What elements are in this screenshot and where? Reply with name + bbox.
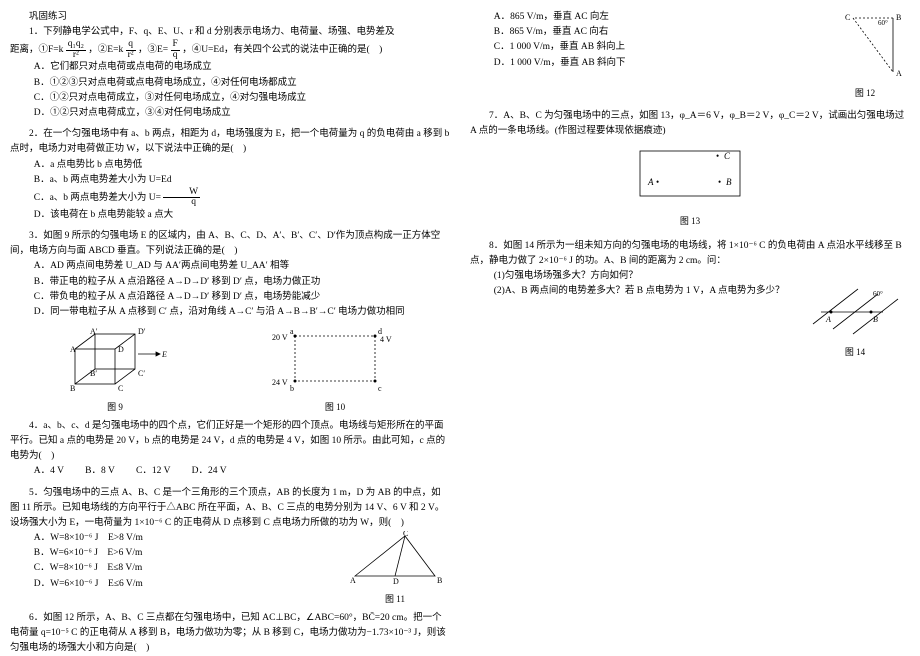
q6-stem: 6．如图 12 所示，A、B、C 三点都在匀强电场中，已知 AC⊥BC，∠ABC…	[10, 611, 450, 656]
svg-text:C: C	[118, 384, 123, 393]
svg-text:4 V: 4 V	[380, 335, 392, 344]
q2-stem: 2．在一个匀强电场中有 a、b 两点，相距为 d，电场强度为 E，把一个电荷量为…	[10, 127, 450, 157]
svg-text:D′: D′	[138, 327, 146, 336]
svg-text:•: •	[718, 177, 721, 187]
q8-stem: 8．如图 14 所示为一组未知方向的匀强电场的电场线，将 1×10⁻⁶ C 的负…	[470, 239, 910, 269]
svg-text:A: A	[647, 177, 654, 187]
fig11-label: 图 11	[340, 592, 450, 606]
q8-part1: (1)匀强电场场强多大？方向如何？	[470, 269, 910, 284]
q3-opt-b: B．带正电的粒子从 A 点沿路径 A→D→D′ 移到 D′ 点，电场力做正功	[10, 275, 450, 290]
q1-opt-b: B．①②③只对点电荷或点电荷电场成立，④对任何电场都成立	[10, 76, 450, 91]
figure-10: a d b c 20 V 24 V 4 V 图 10	[270, 324, 400, 415]
q1-opt-a: A．它们都只对点电荷或点电荷的电场成立	[10, 60, 450, 75]
svg-text:B: B	[726, 177, 732, 187]
svg-text:C: C	[403, 531, 408, 538]
svg-text:60°: 60°	[878, 19, 888, 27]
svg-text:•: •	[656, 177, 659, 187]
q2-opt-d: D．该电荷在 b 点电势能较 a 点大	[10, 208, 450, 223]
q5-opt-b: B．W=6×10⁻⁶ J E>6 V/m	[10, 546, 340, 561]
q5-stem: 5．匀强电场中的三点 A、B、C 是一个三角形的三个顶点，AB 的长度为 1 m…	[10, 486, 450, 532]
q2-opt-b: B．a、b 两点电势差大小为 U=Ed	[10, 173, 450, 188]
svg-text:c: c	[378, 384, 382, 393]
svg-text:C′: C′	[138, 369, 145, 378]
q3-opt-c: C．带负电的粒子从 A 点沿路径 A→D→D′ 移到 D′ 点，电场势能减少	[10, 290, 450, 305]
svg-text:C: C	[724, 151, 731, 161]
q2-opt-c-pre: C．a、b 两点电势差大小为 U=	[34, 193, 161, 203]
left-column: 巩固练习 1．下列静电学公式中，F、q、E、U、r 和 d 分别表示电场力、电荷…	[10, 10, 450, 640]
q5-opt-a: A．W=8×10⁻⁶ J E>8 V/m	[10, 531, 340, 546]
q2-frac-c: Wq	[163, 188, 200, 208]
svg-text:D: D	[118, 345, 124, 354]
parallel-field-lines-icon: A B 60°	[803, 284, 908, 339]
q4-opt-c: C．12 V	[136, 466, 170, 476]
q7-stem: 7．A、B、C 为匀强电场中的三点，如图 13，φ_A＝6 V，φ_B＝2 V，…	[470, 109, 910, 139]
svg-text:E: E	[161, 350, 167, 359]
q4-stem: 4．a、b、c、d 是匀强电场中的四个点，它们正好是一个矩形的四个顶点。电场线与…	[10, 419, 450, 465]
q4-opt-b: B．8 V	[85, 466, 114, 476]
figure-14: A B 60° 图 14	[800, 284, 910, 360]
svg-text:A: A	[350, 576, 356, 585]
q3-stem: 3．如图 9 所示的匀强电场 E 的区域内，由 A、B、C、D、A′、B′、C′…	[10, 229, 450, 259]
q1-stem-line1: 1．下列静电学公式中，F、q、E、U、r 和 d 分别表示电场力、电荷量、场强、…	[10, 25, 450, 40]
figure-13: A • • B • C 图 13	[625, 143, 755, 229]
svg-text:•: •	[716, 151, 719, 161]
right-column: A B C 60° 图 12 A．865 V/m，垂直 AC 向左 B．865 …	[470, 10, 910, 640]
svg-text:B: B	[437, 576, 442, 585]
q1-seg-c: ，③E=	[138, 46, 168, 56]
three-points-box-icon: A • • B • C	[630, 143, 750, 208]
svg-text:A: A	[70, 345, 76, 354]
q2-opt-a: A．a 点电势比 b 点电势低	[10, 158, 450, 173]
figure-12: A B C 60° 图 12	[820, 10, 910, 101]
svg-text:B′: B′	[90, 369, 97, 378]
fig13-label: 图 13	[625, 214, 755, 228]
triangle-icon: A D B C	[345, 531, 445, 586]
rectangle-points-icon: a d b c 20 V 24 V 4 V	[270, 324, 400, 394]
figure-9: A D B C A′ D′ B′ C′ E 图 9	[60, 324, 170, 415]
figures-9-10-row: A D B C A′ D′ B′ C′ E 图 9 a d b	[10, 324, 450, 415]
q4-options: A．4 V B．8 V C．12 V D．24 V	[10, 464, 450, 479]
fig12-label: 图 12	[820, 86, 910, 100]
q5-opt-c: C．W=8×10⁻⁶ J E≤8 V/m	[10, 561, 340, 576]
q1-seg-b: ，②E=k	[88, 46, 123, 56]
svg-text:B: B	[873, 315, 878, 324]
svg-text:A: A	[825, 315, 831, 324]
svg-text:C: C	[845, 13, 850, 22]
svg-text:20 V: 20 V	[272, 333, 288, 342]
right-angle-triangle-icon: A B C 60°	[823, 10, 908, 80]
q1-seg-d: ，④U=Ed，有关四个公式的说法中正确的是( )	[182, 46, 382, 56]
svg-text:A′: A′	[90, 327, 98, 336]
q1-frac1: q₁q₂r²	[66, 40, 86, 60]
svg-text:D: D	[393, 577, 399, 586]
q1-stem-line2: 距离，①F=k q₁q₂r² ，②E=k qr² ，③E= Fq ，④U=Ed，…	[10, 40, 450, 60]
q1-seg-a: 距离，①F=k	[10, 46, 63, 56]
fig14-label: 图 14	[800, 345, 910, 359]
svg-text:a: a	[290, 327, 294, 336]
q1-opt-c: C．①②只对点电荷成立，③对任何电场成立，④对匀强电场成立	[10, 91, 450, 106]
q1-frac2: qr²	[126, 40, 136, 60]
q4-opt-d: D．24 V	[192, 466, 227, 476]
svg-text:A: A	[896, 69, 902, 78]
q5-opt-d: D．W=6×10⁻⁶ J E≤6 V/m	[10, 577, 340, 592]
svg-text:24 V: 24 V	[272, 378, 288, 387]
svg-text:60°: 60°	[873, 290, 883, 298]
fig9-label: 图 9	[60, 400, 170, 414]
svg-text:B: B	[70, 384, 75, 393]
svg-text:B: B	[896, 13, 901, 22]
figure-11: A D B C 图 11	[340, 531, 450, 607]
q4-opt-a: A．4 V	[34, 466, 64, 476]
cube-diagram-icon: A D B C A′ D′ B′ C′ E	[60, 324, 170, 394]
q1-frac3: Fq	[171, 40, 180, 60]
section-header: 巩固练习	[10, 10, 450, 25]
svg-text:b: b	[290, 384, 294, 393]
q3-opt-a: A．AD 两点间电势差 U_AD 与 AA′两点间电势差 U_AA′ 相等	[10, 259, 450, 274]
q1-opt-d: D．①②只对点电荷成立，③④对任何电场成立	[10, 106, 450, 121]
q3-opt-d: D．同一带电粒子从 A 点移到 C′ 点，沿对角线 A→C′ 与沿 A→B→B′…	[10, 305, 450, 320]
q2-opt-c: C．a、b 两点电势差大小为 U= Wq	[10, 188, 450, 208]
fig10-label: 图 10	[270, 400, 400, 414]
